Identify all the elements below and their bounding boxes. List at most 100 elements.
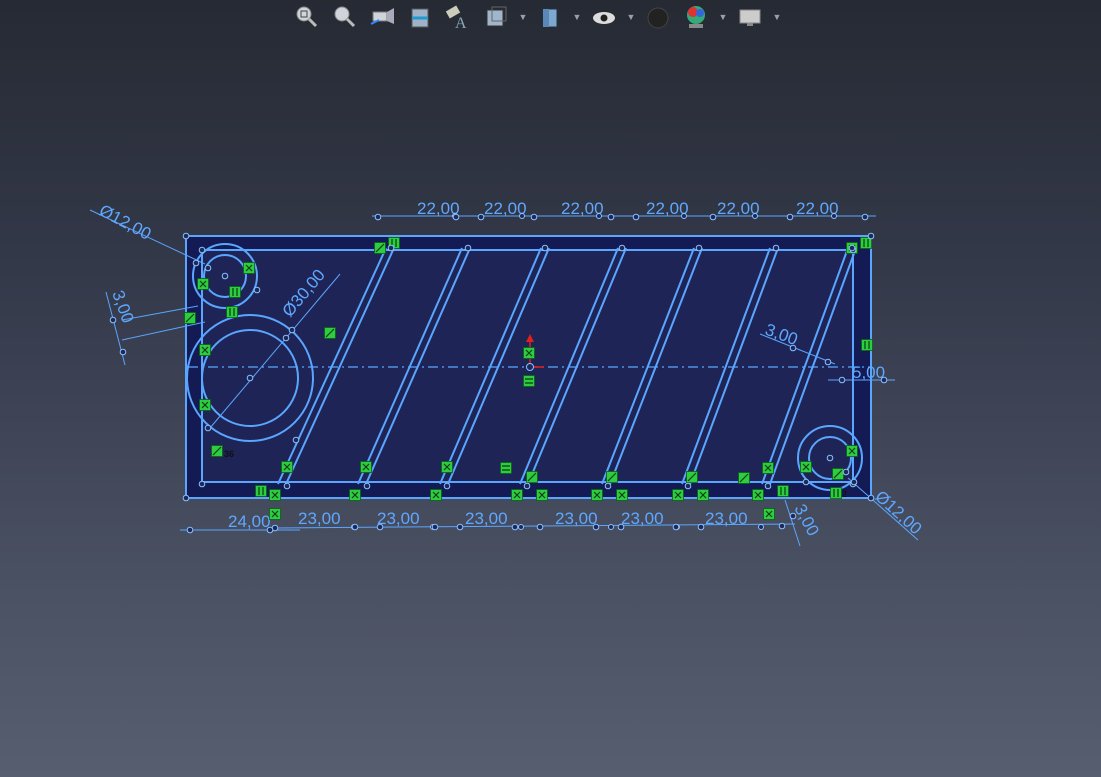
sketch-point[interactable] [867, 494, 875, 502]
sketch-relation-icon[interactable] [229, 286, 241, 298]
dimension-bottom-first[interactable]: 24,00 [228, 512, 271, 531]
sketch-point[interactable] [283, 482, 291, 490]
sketch-relation-icon[interactable] [536, 489, 548, 501]
sketch-point[interactable] [464, 244, 472, 252]
dimension-offset-right-bottom[interactable]: 3,00 [790, 501, 822, 539]
sketch-relation-icon[interactable] [226, 306, 238, 318]
origin-point[interactable] [526, 363, 534, 371]
dimension-diameter-small-left[interactable]: Ø12,00 [96, 201, 154, 244]
sketch-point[interactable] [802, 478, 810, 486]
sketch-point[interactable] [288, 326, 296, 334]
sketch-point[interactable] [246, 374, 254, 382]
sketch-point[interactable] [192, 259, 200, 267]
sketch-point[interactable] [536, 523, 544, 531]
sketch-point[interactable] [198, 480, 206, 488]
sketch-point[interactable] [204, 264, 212, 272]
sketch-point[interactable] [695, 244, 703, 252]
sketch-point[interactable] [374, 213, 382, 221]
sketch-point[interactable] [607, 213, 615, 221]
sketch-relation-icon[interactable] [281, 461, 293, 473]
sketch-point[interactable] [198, 246, 206, 254]
dimension-diameter-small-right[interactable]: Ø12,00 [871, 487, 925, 538]
sketch-point[interactable] [253, 286, 261, 294]
dimension-bottom-spacing[interactable]: 23,00 [621, 509, 664, 528]
sketch-relation-icon[interactable] [762, 462, 774, 474]
sketch-relation-icon[interactable] [199, 399, 211, 411]
sketch-point[interactable] [709, 213, 717, 221]
sketch-point[interactable] [511, 523, 519, 531]
sketch-point[interactable] [109, 316, 117, 324]
sketch-relation-icon[interactable] [861, 339, 873, 351]
sketch-point[interactable] [119, 348, 127, 356]
sketch-relation-icon[interactable] [324, 327, 336, 339]
sketch-relation-icon[interactable] [523, 375, 535, 387]
dimension-bottom-spacing[interactable]: 23,00 [298, 509, 341, 528]
sketch-point[interactable] [376, 523, 384, 531]
sketch-point[interactable] [592, 523, 600, 531]
sketch-relation-icon[interactable] [269, 489, 281, 501]
sketch-point[interactable] [824, 358, 832, 366]
sketch-relation-icon[interactable] [800, 461, 812, 473]
sketch-point[interactable] [838, 376, 846, 384]
sketch-relation-icon[interactable] [511, 489, 523, 501]
sketch-point[interactable] [266, 526, 274, 534]
sketch-point[interactable] [772, 244, 780, 252]
sketch-point[interactable] [789, 344, 797, 352]
dimension-bottom-spacing[interactable]: 23,00 [465, 509, 508, 528]
sketch-relation-icon[interactable] [591, 489, 603, 501]
sketch-relation-icon[interactable] [672, 489, 684, 501]
sketch-point[interactable] [182, 232, 190, 240]
sketch-point[interactable] [523, 482, 531, 490]
sketch-point[interactable] [618, 244, 626, 252]
sketch-relation-icon[interactable] [269, 508, 281, 520]
sketch-point[interactable] [617, 523, 625, 531]
dimension-edge-right[interactable]: 5,00 [852, 363, 885, 382]
sketch-relation-icon[interactable] [197, 278, 209, 290]
sketch-point[interactable] [282, 334, 290, 342]
sketch-point[interactable] [204, 424, 212, 432]
graphics-area[interactable]: + + + 22,0022,0022,0022,0022,0022,00 24,… [0, 0, 1101, 777]
sketch-relation-icon[interactable] [697, 489, 709, 501]
dimension-bottom-spacing[interactable]: 23,00 [705, 509, 748, 528]
sketch-relation-icon[interactable] [763, 508, 775, 520]
sketch-point[interactable] [221, 272, 229, 280]
sketch-point[interactable] [786, 213, 794, 221]
sketch-relation-icon[interactable] [777, 485, 789, 497]
sketch-point[interactable] [880, 376, 888, 384]
sketch-relation-icon[interactable] [500, 462, 512, 474]
sketch-point[interactable] [387, 244, 395, 252]
sketch-relation-icon[interactable] [255, 485, 267, 497]
sketch-point[interactable] [452, 213, 460, 221]
sketch-relation-icon[interactable] [360, 461, 372, 473]
sketch-point[interactable] [684, 482, 692, 490]
sketch-point[interactable] [292, 436, 300, 444]
sketch-point[interactable] [604, 482, 612, 490]
sketch-relation-icon[interactable] [752, 489, 764, 501]
sketch-point[interactable] [182, 494, 190, 502]
sketch-relation-icon[interactable] [830, 487, 842, 499]
sketch-point[interactable] [850, 478, 858, 486]
sketch-point[interactable] [789, 512, 797, 520]
sketch-point[interactable] [697, 523, 705, 531]
sketch-point[interactable] [363, 482, 371, 490]
sketch-relation-icon[interactable] [374, 242, 386, 254]
sketch-relation-icon[interactable] [860, 237, 872, 249]
sketch-point[interactable] [778, 522, 786, 530]
sketch-point[interactable] [826, 454, 834, 462]
sketch-point[interactable] [477, 213, 485, 221]
sketch-relation-icon[interactable] [430, 489, 442, 501]
sketch-relation-icon[interactable] [199, 344, 211, 356]
sketch-point[interactable] [541, 244, 549, 252]
sketch-relation-icon[interactable] [184, 312, 196, 324]
sketch-relation-icon[interactable] [441, 461, 453, 473]
dimension-bottom-spacing[interactable]: 23,00 [555, 509, 598, 528]
sketch-point[interactable] [842, 468, 850, 476]
sketch-relation-icon[interactable] [349, 489, 361, 501]
sketch-point[interactable] [861, 213, 869, 221]
sketch-point[interactable] [764, 482, 772, 490]
sketch-point[interactable] [456, 523, 464, 531]
sketch-point[interactable] [530, 213, 538, 221]
sketch-relation-icon[interactable] [846, 445, 858, 457]
sketch-relation-icon[interactable] [526, 471, 538, 483]
sketch-point[interactable] [443, 482, 451, 490]
